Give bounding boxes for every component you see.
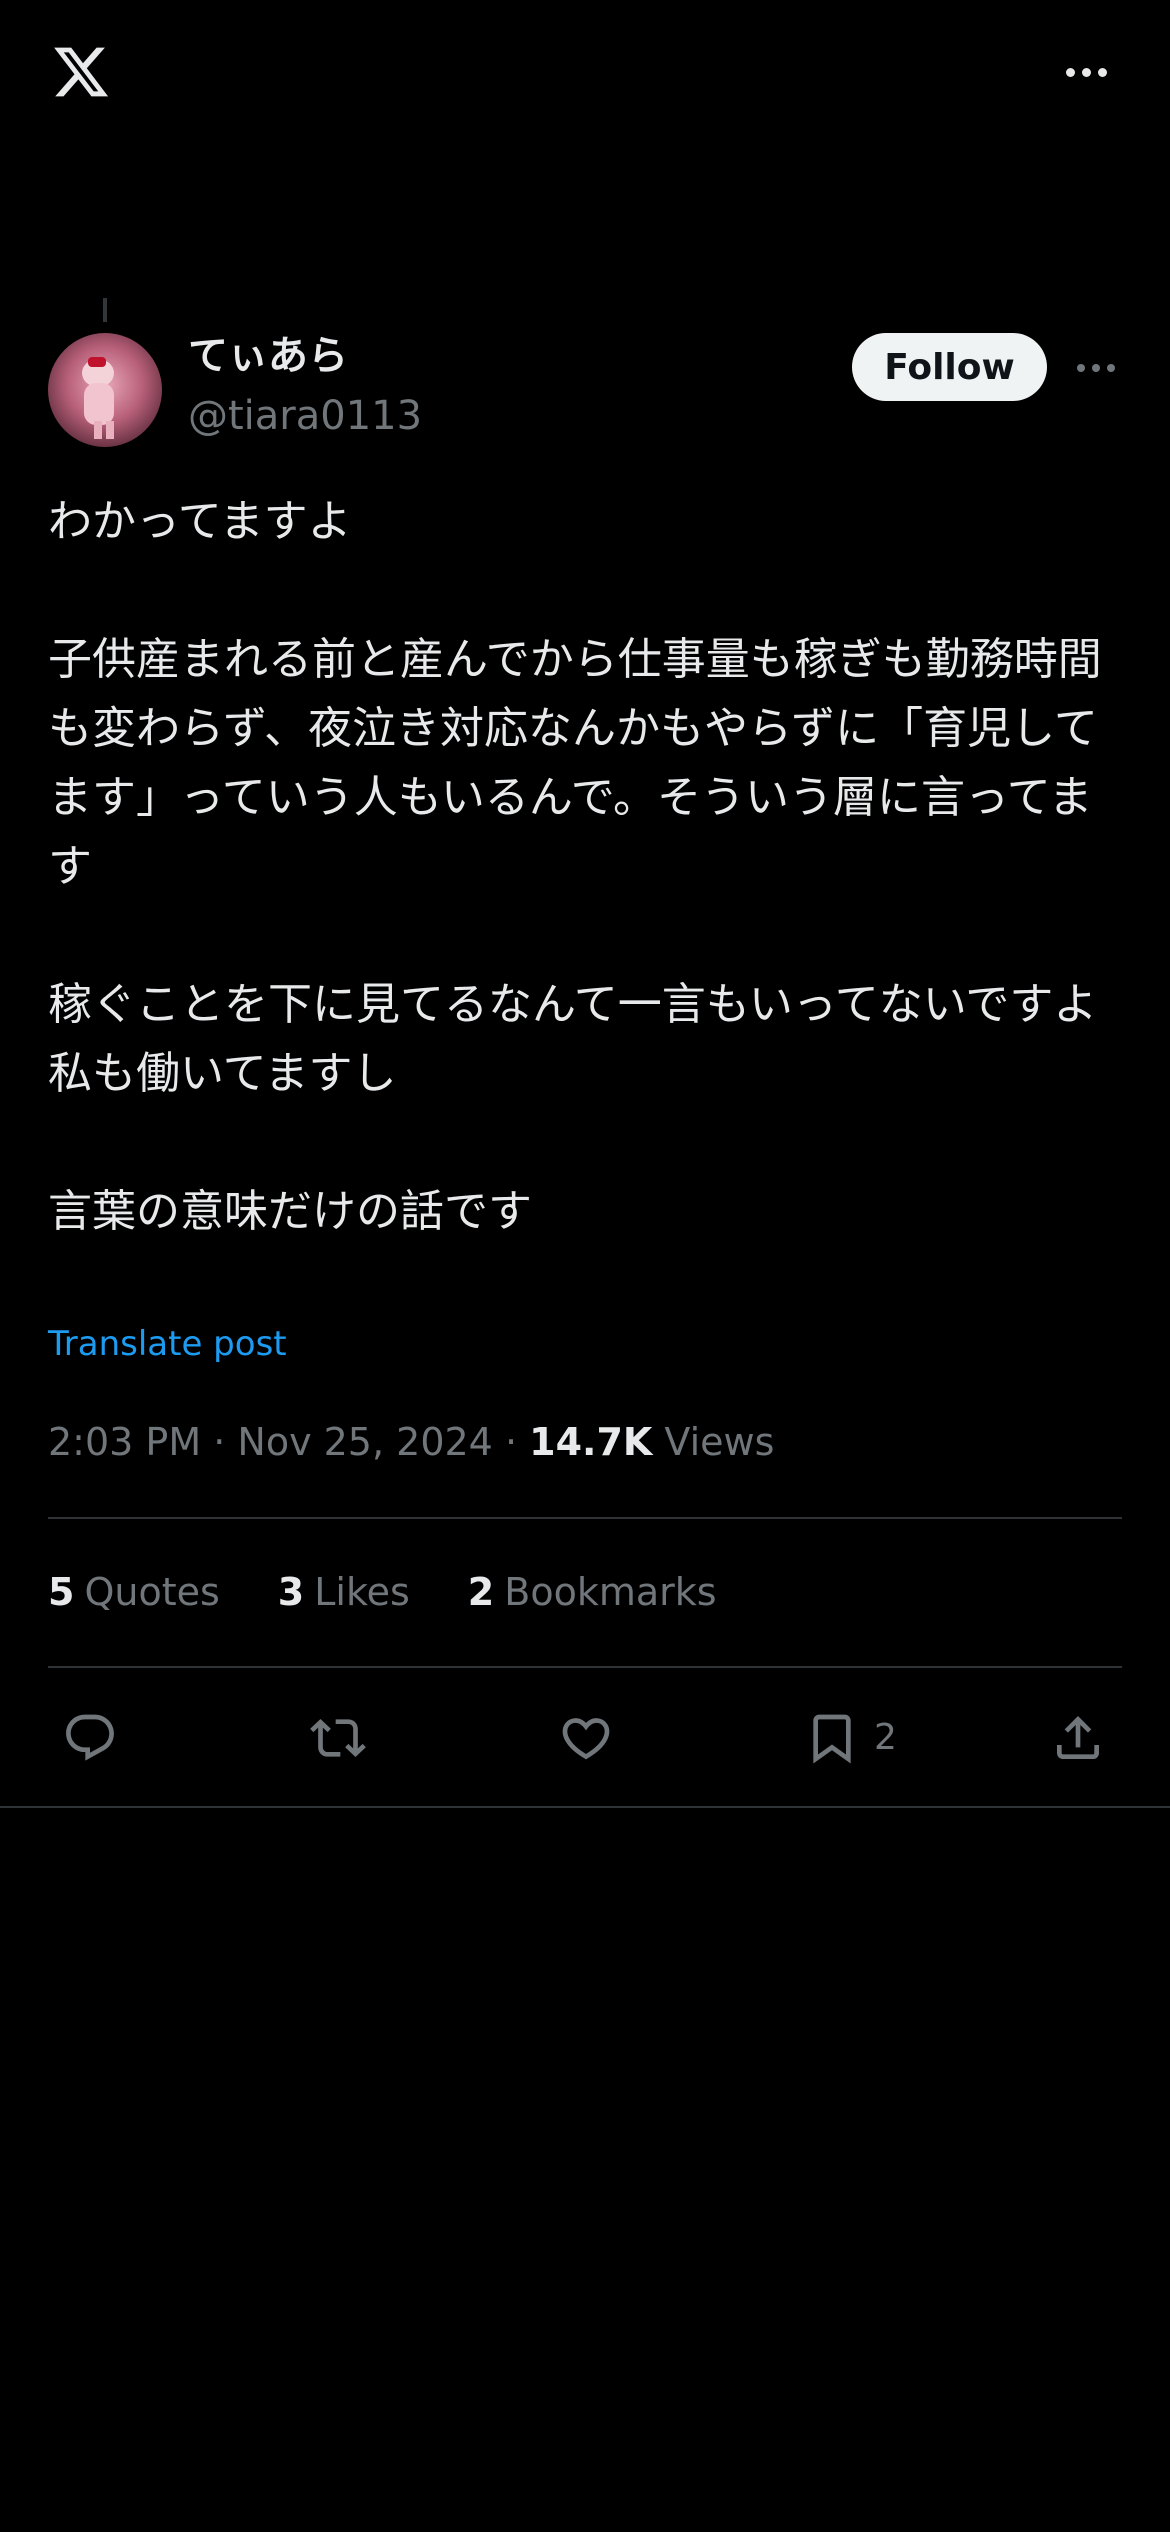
share-icon[interactable]	[1048, 1708, 1108, 1768]
bookmark-icon[interactable]	[802, 1708, 862, 1768]
author-handle[interactable]: @tiara0113	[188, 392, 422, 440]
follow-button[interactable]: Follow	[852, 333, 1047, 401]
divider	[48, 1517, 1122, 1519]
divider	[48, 1666, 1122, 1668]
views-label: Views	[664, 1420, 775, 1464]
separator: ·	[213, 1420, 238, 1464]
x-logo-icon[interactable]	[48, 42, 114, 102]
divider	[0, 1806, 1170, 1808]
stat-likes[interactable]: 3 Likes	[278, 1568, 410, 1616]
repost-icon[interactable]	[308, 1708, 368, 1768]
stat-quotes[interactable]: 5 Quotes	[48, 1568, 220, 1616]
engagement-stats: 5 Quotes 3 Likes 2 Bookmarks	[48, 1568, 717, 1616]
separator: ·	[504, 1420, 530, 1464]
avatar[interactable]	[48, 333, 162, 447]
author-display-name[interactable]: てぃあら	[188, 332, 348, 380]
post-text: わかってますよ 子供産まれる前と産んでから仕事量も稼ぎも勤務時間も変わらず、夜泣…	[48, 496, 1102, 1237]
more-options-icon[interactable]	[1062, 56, 1110, 88]
post-more-icon[interactable]	[1072, 352, 1120, 384]
heart-icon[interactable]	[556, 1708, 616, 1768]
stat-bookmarks[interactable]: 2 Bookmarks	[468, 1568, 717, 1616]
post-metadata: 2:03 PM · Nov 25, 2024 · 14.7K Views	[48, 1418, 774, 1466]
thread-connector-line	[103, 298, 107, 322]
bookmark-count: 2	[874, 1717, 897, 1758]
top-bar	[0, 0, 1170, 150]
post-time[interactable]: 2:03 PM	[48, 1420, 201, 1464]
views-count: 14.7K	[529, 1420, 653, 1464]
post-date[interactable]: Nov 25, 2024	[237, 1420, 492, 1464]
translate-post-link[interactable]: Translate post	[48, 1320, 287, 1368]
reply-icon[interactable]	[60, 1708, 120, 1768]
